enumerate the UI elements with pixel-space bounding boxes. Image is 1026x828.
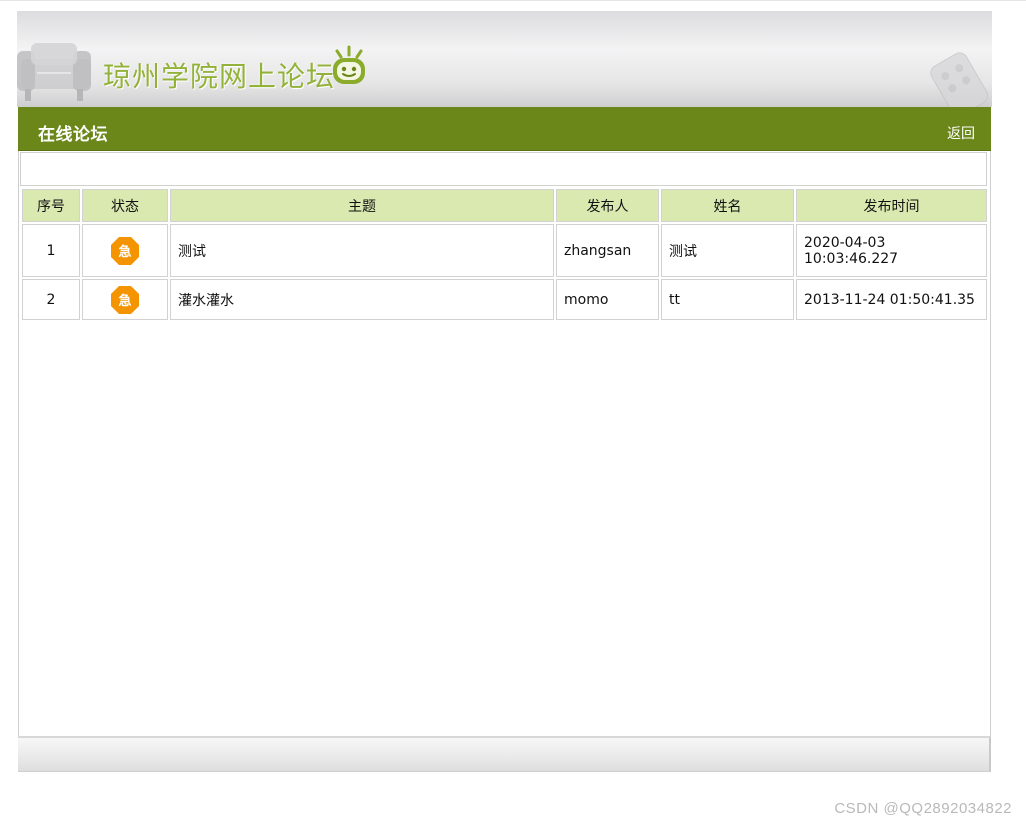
column-header-time: 发布时间 [796, 189, 987, 222]
table-header-row: 序号 状态 主题 发布人 姓名 发布时间 [22, 189, 987, 222]
smiley-mascot-icon [333, 45, 365, 84]
urgent-label: 急 [118, 244, 131, 260]
sofa-illustration [17, 43, 91, 101]
top-rule [0, 0, 1026, 1]
section-header-bar: 在线论坛 返回 [18, 107, 991, 151]
column-header-status: 状态 [82, 189, 168, 222]
column-header-poster: 发布人 [556, 189, 659, 222]
cell-time: 2013-11-24 01:50:41.35 [796, 279, 987, 320]
footer-bar [18, 736, 991, 772]
cell-subject[interactable]: 测试 [170, 224, 554, 277]
section-title: 在线论坛 [38, 125, 108, 145]
posts-table: 序号 状态 主题 发布人 姓名 发布时间 1 急 测试 zhangsan 测试 … [20, 187, 989, 322]
column-header-name: 姓名 [661, 189, 794, 222]
urgent-icon: 急 [111, 236, 139, 265]
cell-index: 1 [22, 224, 80, 277]
cell-poster: zhangsan [556, 224, 659, 277]
forum-frame: 琼州学院网上论坛 在线论坛 返回 序号 状态 主题 发布人 姓名 发布时间 1 … [17, 11, 992, 775]
cell-index: 2 [22, 279, 80, 320]
cell-time: 2020-04-03 10:03:46.227 [796, 224, 987, 277]
cell-status: 急 [82, 224, 168, 277]
remote-control-illustration [930, 52, 989, 107]
urgent-label: 急 [118, 293, 131, 309]
empty-toolbar-box [20, 152, 987, 186]
site-title: 琼州学院网上论坛 [103, 60, 336, 93]
cell-subject[interactable]: 灌水灌水 [170, 279, 554, 320]
cell-name: tt [661, 279, 794, 320]
urgent-icon: 急 [111, 285, 139, 314]
cell-poster: momo [556, 279, 659, 320]
column-header-index: 序号 [22, 189, 80, 222]
site-banner: 琼州学院网上论坛 [17, 11, 992, 107]
table-row[interactable]: 1 急 测试 zhangsan 测试 2020-04-03 10:03:46.2… [22, 224, 987, 277]
back-link[interactable]: 返回 [947, 123, 975, 143]
cell-status: 急 [82, 279, 168, 320]
cell-name: 测试 [661, 224, 794, 277]
column-header-subject: 主题 [170, 189, 554, 222]
content-area: 序号 状态 主题 发布人 姓名 发布时间 1 急 测试 zhangsan 测试 … [18, 151, 991, 736]
watermark-text: CSDN @QQ2892034822 [834, 800, 1012, 817]
table-row[interactable]: 2 急 灌水灌水 momo tt 2013-11-24 01:50:41.35 [22, 279, 987, 320]
